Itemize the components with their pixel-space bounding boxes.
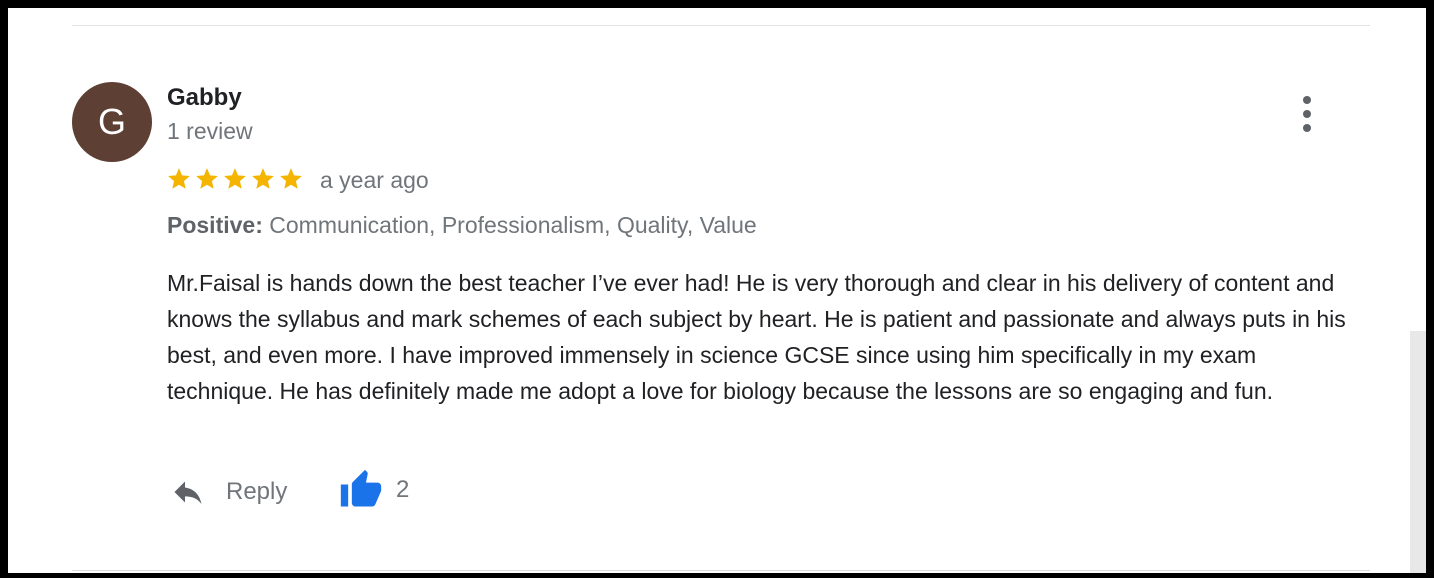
reply-button[interactable]: Reply (168, 470, 287, 514)
review-text: Mr.Faisal is hands down the best teacher… (167, 270, 1346, 404)
review-date: a year ago (320, 167, 429, 193)
reviewer-review-count[interactable]: 1 review (167, 118, 253, 145)
review-attributes: Positive: Communication, Professionalism… (167, 212, 757, 239)
scrollbar[interactable] (1410, 331, 1426, 573)
star-icon (194, 166, 220, 192)
star-icon (250, 166, 276, 192)
star-rating (166, 162, 304, 196)
more-vertical-icon-dot (1303, 110, 1311, 118)
star-icon (278, 166, 304, 192)
more-options-button[interactable] (1292, 94, 1322, 134)
review-card: G Gabby 1 review a year ago Positive: Co… (8, 8, 1426, 573)
star-icon (166, 166, 192, 192)
avatar[interactable]: G (72, 82, 152, 162)
like-button[interactable]: 2 (338, 467, 409, 513)
more-vertical-icon-dot (1303, 124, 1311, 132)
reviewer-name[interactable]: Gabby (167, 84, 242, 112)
reply-label: Reply (226, 478, 288, 505)
reply-arrow-icon (168, 474, 208, 510)
like-count: 2 (396, 476, 410, 503)
more-vertical-icon (1303, 96, 1311, 104)
top-divider (72, 25, 1370, 26)
attributes-values: Communication, Professionalism, Quality,… (269, 212, 757, 238)
bottom-divider (72, 570, 1370, 571)
thumbs-up-icon (338, 468, 384, 512)
star-icon (222, 166, 248, 192)
attributes-label: Positive: (167, 212, 263, 238)
